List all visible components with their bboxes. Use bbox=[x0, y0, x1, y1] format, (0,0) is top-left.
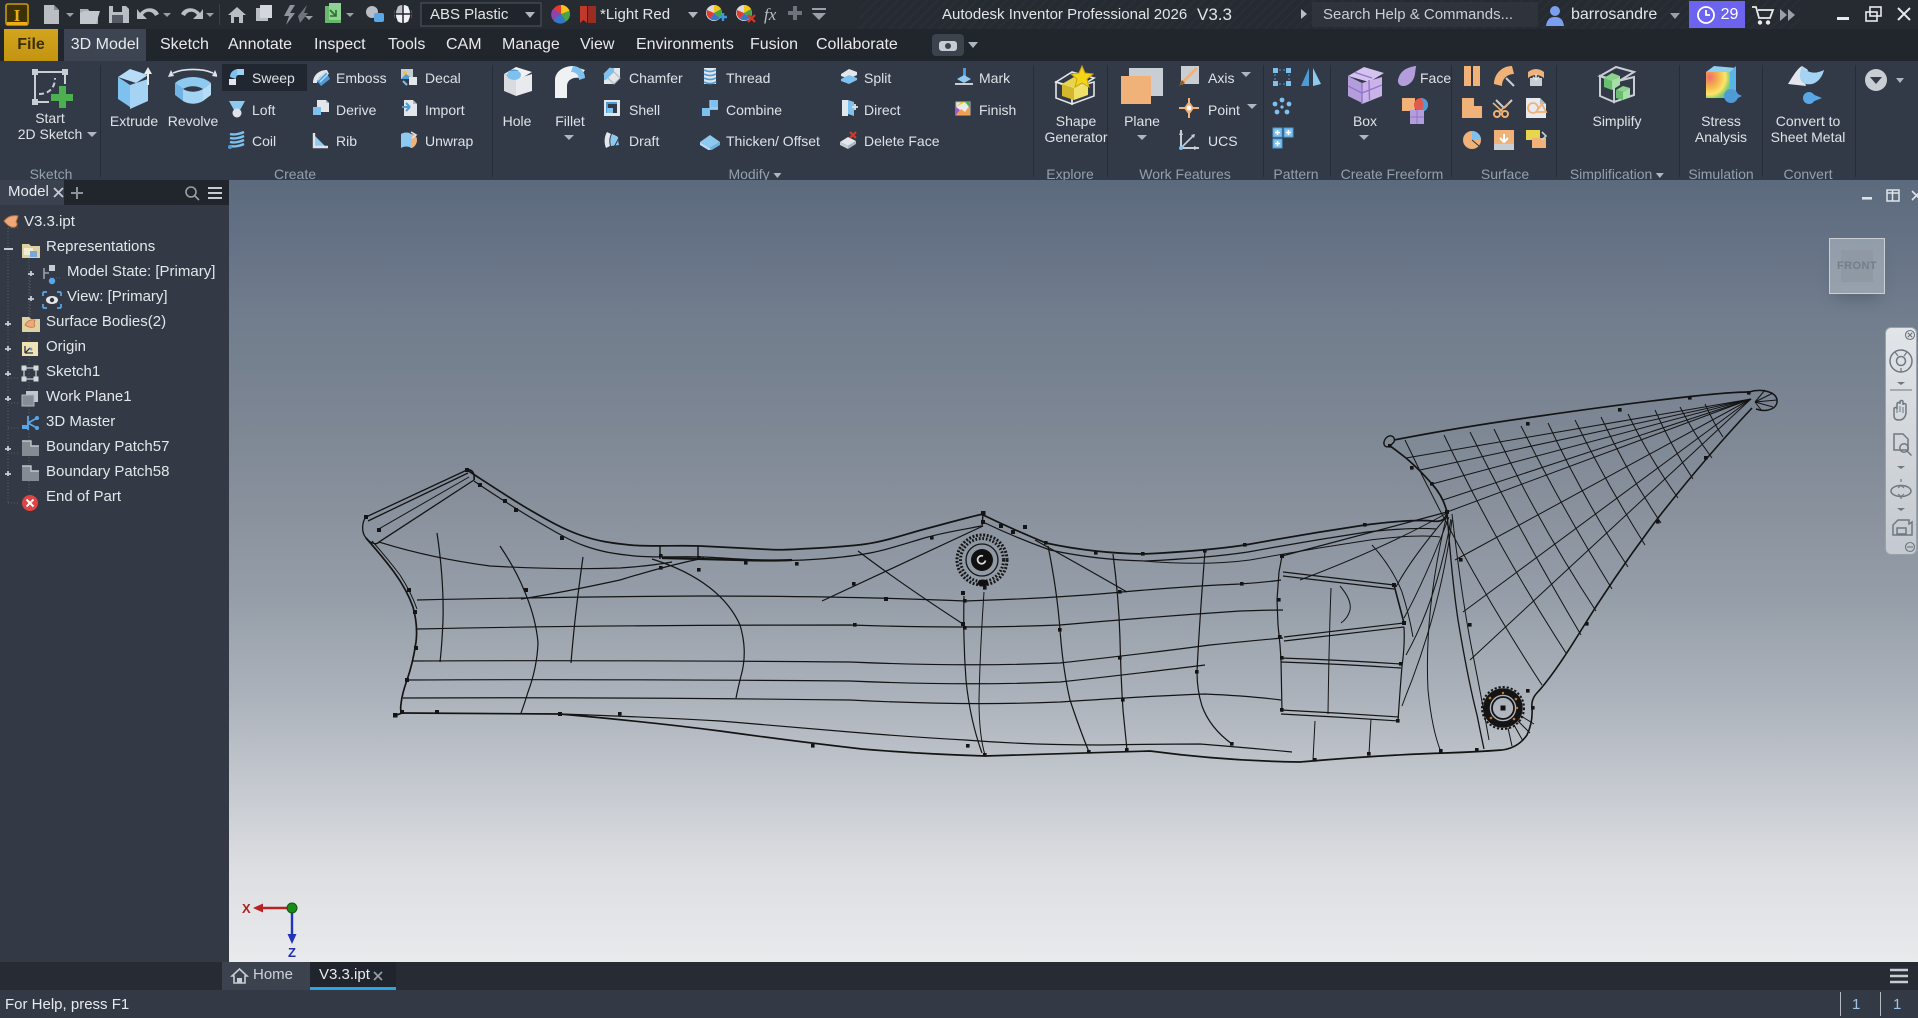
svg-text:ABS Plastic: ABS Plastic bbox=[430, 6, 509, 23]
svg-text:fx: fx bbox=[764, 5, 777, 24]
svg-text:X: X bbox=[242, 901, 251, 916]
svg-text:Z: Z bbox=[288, 945, 296, 960]
svg-text:*Light Red: *Light Red bbox=[600, 6, 670, 23]
